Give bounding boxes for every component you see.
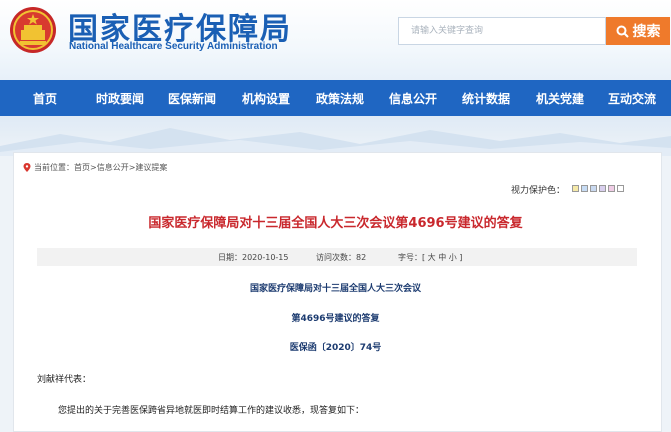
color-swatch-blue[interactable] [581, 185, 588, 192]
nav-item-organization[interactable]: 机构设置 [242, 90, 290, 107]
location-pin-icon [23, 163, 31, 172]
search-button[interactable]: 搜索 [606, 17, 670, 45]
search-button-label: 搜索 [632, 24, 661, 40]
breadcrumb[interactable]: 当前位置：首页>信息公开>建议提案 [34, 162, 167, 173]
nav-item-statistics[interactable]: 统计数据 [462, 90, 510, 107]
color-swatch-yellow[interactable] [572, 185, 579, 192]
article-visits: 访问次数：82 [316, 253, 367, 262]
main-nav: 首页 时政要闻 医保新闻 机构设置 政策法规 信息公开 统计数据 机关党建 互动… [0, 80, 671, 116]
color-swatch-gray-blue[interactable] [590, 185, 597, 192]
article-date: 日期：2020-10-15 [218, 253, 289, 262]
site-title-english: National Healthcare Security Administrat… [69, 41, 278, 52]
nav-item-home[interactable]: 首页 [33, 90, 57, 107]
nav-item-disclosure[interactable]: 信息公开 [389, 90, 437, 107]
salutation: 刘献祥代表： [37, 375, 92, 385]
article-title: 国家医疗保障局对十三届全国人大三次会议第4696号建议的答复 [148, 216, 523, 231]
color-swatch-pink[interactable] [608, 185, 615, 192]
article-heading-line1: 国家医疗保障局对十三届全国人大三次会议 [249, 284, 421, 294]
vision-protection-label: 视力保护色： [511, 186, 566, 196]
search-icon [616, 25, 629, 38]
decorative-banner [0, 116, 671, 156]
article-heading-line2: 第4696号建议的答复 [291, 314, 380, 324]
nav-item-insurance-news[interactable]: 医保新闻 [168, 90, 216, 107]
article-meta-bar: 日期：2020-10-15 访问次数：82 字号：[ 大 中 小 ] [37, 248, 637, 266]
nav-item-party[interactable]: 机关党建 [536, 90, 584, 107]
article-body-paragraph: 您提出的关于完善医保跨省异地就医即时结算工作的建议收悉，现答复如下： [58, 406, 365, 416]
font-size-control[interactable]: 字号：[ 大 中 小 ] [398, 252, 462, 263]
color-swatch-white[interactable] [617, 185, 624, 192]
search-input[interactable] [399, 18, 605, 44]
document-number: 医保函〔2020〕74号 [289, 343, 382, 353]
vision-color-swatches [572, 185, 624, 192]
nav-item-news[interactable]: 时政要闻 [96, 90, 144, 107]
mountain-illustration [0, 128, 671, 156]
nav-item-interaction[interactable]: 互动交流 [608, 90, 656, 107]
search-box [398, 17, 606, 45]
nav-item-policies[interactable]: 政策法规 [316, 90, 364, 107]
site-header: 国家医疗保障局 National Healthcare Security Adm… [0, 0, 671, 80]
color-swatch-purple[interactable] [599, 185, 606, 192]
national-emblem-icon[interactable] [8, 5, 58, 55]
